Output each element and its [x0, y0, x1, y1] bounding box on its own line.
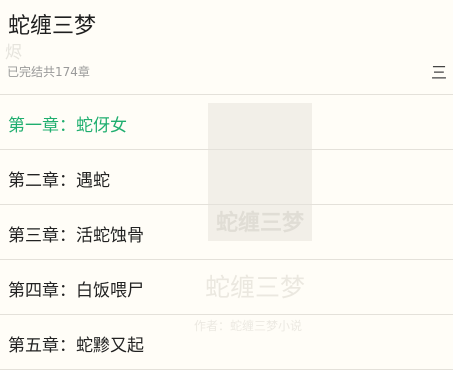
book-title: 蛇缠三梦 — [8, 14, 97, 39]
chapter-item-3[interactable]: 第三章：活蛇蚀骨 — [0, 205, 453, 260]
chapter-list: 第一章：蛇伢女 第二章：遇蛇 第三章：活蛇蚀骨 第四章：白饭喂尸 第五章：蛇黪又… — [0, 95, 453, 370]
chapter-label: 第四章：白饭喂尸 — [8, 281, 144, 301]
chapter-item-2[interactable]: 第二章：遇蛇 — [0, 150, 453, 205]
book-status: 已完结共174章 — [7, 65, 90, 79]
chapter-label: 第二章：遇蛇 — [8, 171, 110, 191]
chapter-item-5[interactable]: 第五章：蛇黪又起 — [0, 315, 453, 370]
sort-toggle-button[interactable]: 三 — [431, 59, 453, 83]
chapter-label: 第一章：蛇伢女 — [8, 116, 127, 136]
chapter-item-4[interactable]: 第四章：白饭喂尸 — [0, 260, 453, 315]
faint-glyph: 烬 — [5, 43, 22, 63]
chapter-item-1[interactable]: 第一章：蛇伢女 — [0, 95, 453, 150]
book-header: 蛇缠三梦 烬 已完结共174章 三 — [0, 0, 453, 94]
chapter-label: 第五章：蛇黪又起 — [8, 336, 144, 356]
chapter-label: 第三章：活蛇蚀骨 — [8, 226, 144, 246]
